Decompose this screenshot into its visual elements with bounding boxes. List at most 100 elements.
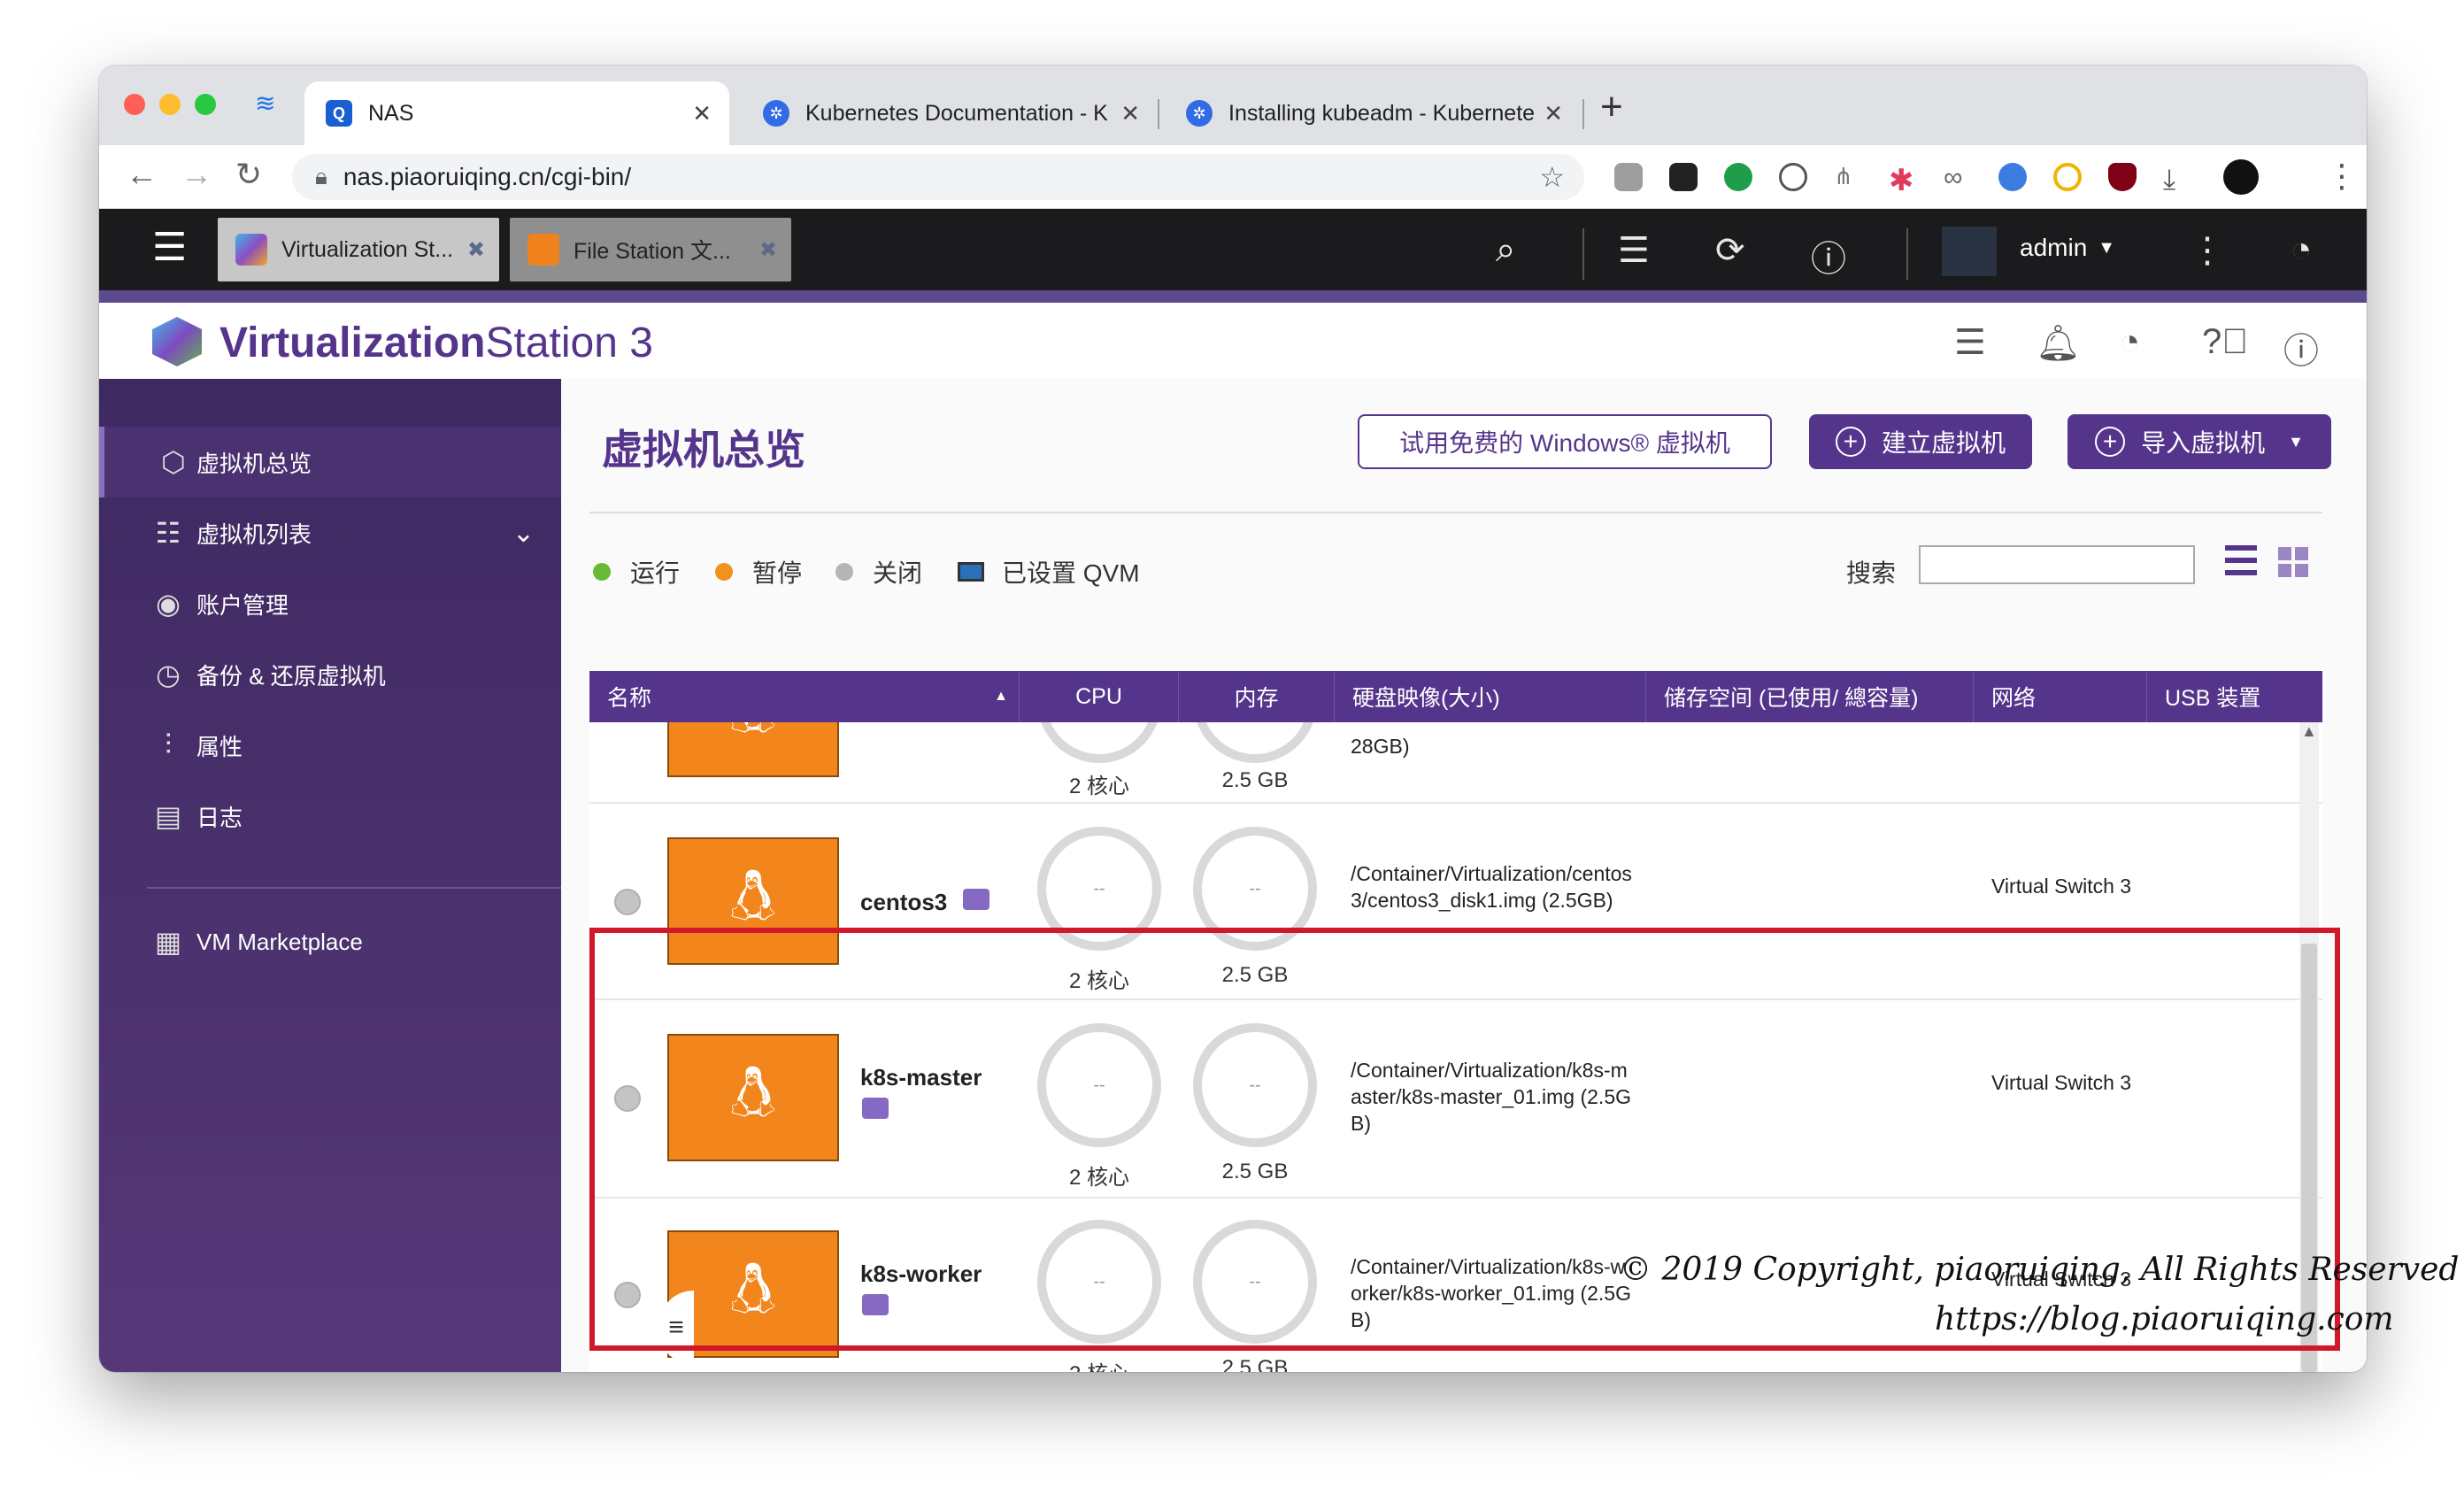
tab-title: NAS bbox=[368, 100, 414, 126]
sidebar-item-accounts[interactable]: ◉ 账户管理 bbox=[99, 568, 561, 639]
chevron-down-icon[interactable]: ⌄ bbox=[512, 518, 535, 549]
try-windows-vm-button[interactable]: 试用免费的 Windows® 虚拟机 bbox=[1358, 414, 1772, 469]
translate-extension-icon[interactable] bbox=[1998, 163, 2027, 191]
new-tab-button[interactable]: + bbox=[1600, 85, 1623, 129]
disk-image: 28GB) bbox=[1351, 735, 1410, 758]
download-icon[interactable]: ⤓ bbox=[2163, 163, 2191, 195]
ublock-shield-icon[interactable] bbox=[2108, 163, 2137, 191]
sidebar-item-label: 虚拟机列表 bbox=[196, 520, 312, 548]
green-dot-extension-icon[interactable] bbox=[1724, 163, 1752, 191]
maximize-window-button[interactable] bbox=[195, 94, 216, 115]
nas-tab-close-icon[interactable]: ✖ bbox=[467, 237, 485, 263]
nas-tab-virtualization[interactable]: Virtualization St... ✖ bbox=[218, 218, 499, 281]
vm-name[interactable]: k8s-master bbox=[860, 1064, 982, 1091]
history-extension-icon[interactable] bbox=[1779, 163, 1807, 191]
list-view-icon[interactable] bbox=[2225, 545, 2257, 575]
link-extension-icon[interactable]: ∞ bbox=[1944, 163, 1972, 192]
sidebar-item-label: VM Marketplace bbox=[196, 928, 363, 955]
nas-tab-close-icon[interactable]: ✖ bbox=[759, 237, 777, 263]
sidebar-item-vm-list[interactable]: ☷ 虚拟机列表 ⌄ bbox=[99, 497, 561, 568]
task-stack-icon[interactable]: ☰ bbox=[1618, 230, 1650, 271]
profile-avatar[interactable] bbox=[2223, 159, 2259, 195]
linux-vm-thumbnail[interactable]: 🐧︎ bbox=[667, 837, 839, 965]
tab-search-icon[interactable]: ≋ bbox=[255, 89, 275, 118]
search-icon[interactable]: ⌕ bbox=[1496, 230, 1515, 270]
linux-vm-thumbnail[interactable]: 🐧︎ bbox=[667, 722, 839, 777]
sidebar-item-backup-restore[interactable]: ◷ 备份 & 还原虚拟机 bbox=[99, 639, 561, 710]
close-window-button[interactable] bbox=[124, 94, 145, 115]
tab-close-icon[interactable]: ✕ bbox=[1120, 100, 1140, 127]
memory-size: 2.5 GB bbox=[1221, 963, 1289, 987]
kubernetes-favicon-icon: ✲ bbox=[763, 100, 789, 127]
bookmark-star-icon[interactable]: ☆ bbox=[1539, 160, 1565, 194]
address-bar[interactable]: 🔒︎ nas.piaoruiqing.cn/cgi-bin/ ☆ bbox=[292, 154, 1584, 200]
memory-size: 2.5 GB bbox=[1221, 768, 1289, 792]
table-row[interactable]: 🐧︎ -- 2 核心 -- 2.5 GB 28GB) bbox=[589, 722, 2322, 804]
grid-view-icon[interactable] bbox=[2278, 547, 2308, 577]
speedometer-icon[interactable]: ◔ bbox=[2119, 322, 2140, 362]
nas-tab-file-station[interactable]: File Station 文... ✖ bbox=[510, 218, 791, 281]
forward-button[interactable]: → bbox=[181, 156, 212, 193]
sidebar-item-logs[interactable]: ▤ 日志 bbox=[99, 781, 561, 852]
sidebar-item-properties[interactable]: ⫶ 属性 bbox=[99, 710, 561, 781]
table-row[interactable]: 🐧︎ centos3 -- 2 核心 -- 2.5 GB /Container/… bbox=[589, 804, 2322, 1000]
sidebar-item-vm-marketplace[interactable]: ▦ VM Marketplace bbox=[99, 906, 561, 977]
browser-tab-kubeadm[interactable]: ✲ Installing kubeadm - Kubernete ✕ bbox=[1165, 81, 1581, 145]
info-icon[interactable]: ⓘ bbox=[1811, 230, 1846, 281]
legend-label: 暂停 bbox=[752, 559, 803, 587]
scroll-up-arrow-icon[interactable]: ▲ bbox=[2301, 722, 2317, 741]
browser-tab-nas[interactable]: Q NAS ✕ bbox=[304, 81, 729, 145]
browser-window: ≋ Q NAS ✕ ✲ Kubernetes Documentation - K… bbox=[99, 66, 2367, 1372]
sync-icon[interactable]: ⟳ bbox=[1715, 230, 1745, 271]
column-header-disk-image[interactable]: 硬盘映像(大小) bbox=[1335, 671, 1646, 722]
colorful-star-extension-icon[interactable]: ✱ bbox=[1889, 163, 1917, 197]
table-row[interactable]: 🐧︎ k8s-master -- 2 核心 -- 2.5 GB /Contain… bbox=[589, 1002, 2322, 1199]
tab-divider bbox=[1582, 99, 1584, 129]
more-options-icon[interactable]: ⋮ bbox=[2190, 230, 2225, 271]
resource-monitor-icon[interactable]: ◔ bbox=[2291, 230, 2312, 270]
puzzle-extension-icon[interactable] bbox=[1669, 163, 1698, 191]
memory-usage-ring: -- bbox=[1193, 827, 1317, 951]
tab-divider bbox=[1158, 99, 1159, 129]
vm-name[interactable]: centos3 bbox=[860, 889, 947, 916]
comment-icon[interactable] bbox=[862, 1294, 889, 1315]
briefcase-extension-icon[interactable] bbox=[1614, 163, 1643, 191]
bell-icon[interactable]: 🔔︎ bbox=[2036, 322, 2081, 364]
task-stack-icon[interactable]: ☰ bbox=[1954, 322, 1986, 363]
import-vm-button[interactable]: + 导入虚拟机 ▼ bbox=[2067, 414, 2331, 469]
sidebar-item-overview[interactable]: ⬡ 虚拟机总览 bbox=[99, 427, 561, 497]
column-header-storage[interactable]: 储存空间 (已使用/ 總容量) bbox=[1646, 671, 1974, 722]
column-header-usb[interactable]: USB 装置 bbox=[2147, 671, 2322, 722]
help-icon[interactable]: ?⃝ bbox=[2202, 322, 2248, 362]
info-icon[interactable]: ⓘ bbox=[2283, 322, 2319, 374]
column-header-memory[interactable]: 内存 bbox=[1179, 671, 1335, 722]
column-header-network[interactable]: 网络 bbox=[1974, 671, 2147, 722]
kubernetes-favicon-icon: ✲ bbox=[1186, 100, 1213, 127]
browser-tab-k8s-docs[interactable]: ✲ Kubernetes Documentation - K ✕ bbox=[742, 81, 1158, 145]
nas-tab-title: Virtualization St... bbox=[281, 236, 454, 262]
column-header-cpu[interactable]: CPU bbox=[1020, 671, 1179, 722]
comment-icon[interactable] bbox=[963, 889, 989, 910]
legend-label: 运行 bbox=[630, 559, 681, 587]
chart-extension-icon[interactable] bbox=[2053, 163, 2082, 191]
minimize-window-button[interactable] bbox=[159, 94, 181, 115]
tree-extension-icon[interactable]: ⋔ bbox=[1834, 163, 1862, 191]
tab-close-icon[interactable]: ✕ bbox=[692, 100, 712, 127]
page-title: 虚拟机总览 bbox=[602, 427, 805, 473]
back-button[interactable]: ← bbox=[126, 156, 158, 193]
create-vm-button[interactable]: + 建立虚拟机 bbox=[1809, 414, 2032, 469]
virtualization-cube-icon bbox=[235, 234, 267, 266]
reload-button[interactable]: ↻ bbox=[235, 156, 262, 193]
hamburger-menu-icon[interactable]: ☰ bbox=[152, 225, 187, 270]
legend-qvm: 已设置 QVM bbox=[958, 554, 1140, 590]
user-avatar[interactable] bbox=[1942, 227, 1997, 276]
vm-name[interactable]: k8s-worker bbox=[860, 1260, 982, 1288]
linux-vm-thumbnail[interactable]: 🐧︎ bbox=[667, 1034, 839, 1161]
search-input[interactable] bbox=[1919, 545, 2195, 584]
browser-menu-icon[interactable]: ⋮ bbox=[2326, 158, 2358, 195]
tab-close-icon[interactable]: ✕ bbox=[1544, 100, 1563, 127]
column-header-name[interactable]: 名称 ▲ bbox=[589, 671, 1020, 722]
monitor-icon bbox=[958, 562, 984, 582]
comment-icon[interactable] bbox=[862, 1098, 889, 1119]
user-menu[interactable]: admin ▼ bbox=[2020, 234, 2115, 262]
